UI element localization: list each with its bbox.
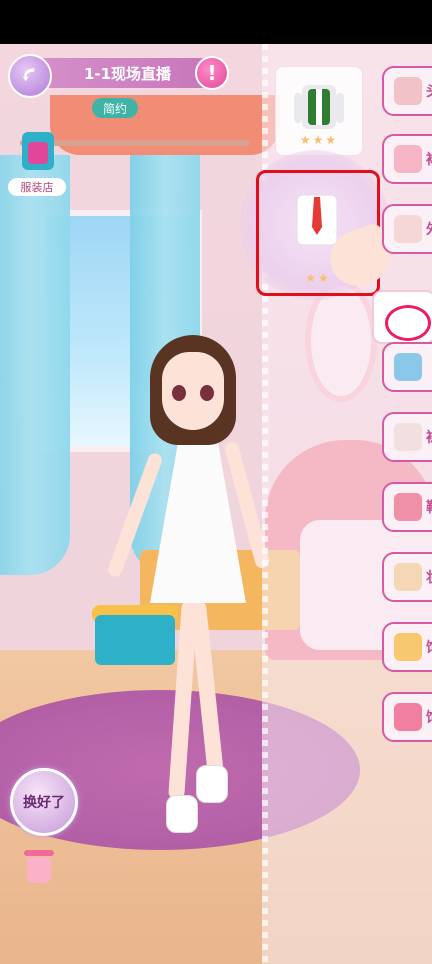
style-tag: 简约 [92,98,138,118]
category-label: 饰 [426,637,432,657]
category-tab-socks[interactable]: 袜 [382,412,432,462]
item-card-green-vest[interactable]: ★★★ [275,66,363,156]
dress-icon [394,145,422,173]
status-bar [0,0,432,44]
game-screen: 1-1现场直播 ! 简约 服装店 ★★★ ★★ 头 [0,0,432,964]
curtain-right [130,155,200,575]
category-tab-hair[interactable]: 头 [382,66,432,116]
item-stars: ★★★ [299,133,339,147]
trash-icon-lid [24,850,54,856]
trash-button[interactable] [24,850,54,884]
done-button[interactable]: 换好了 [10,768,78,836]
curtain-left [0,155,70,575]
category-label: 裙 [426,149,432,169]
heart-accessory-icon [394,703,422,731]
level-title: 1-1现场直播 [40,58,215,88]
curtain-valance [50,95,280,155]
category-tab-dress[interactable]: 裙 [382,134,432,184]
category-label: 鞋 [426,497,432,517]
trash-icon [27,857,51,883]
category-tab-shoes[interactable]: 鞋 [382,482,432,532]
category-tab-hat[interactable]: 饰 [382,622,432,672]
back-arrow-icon [22,68,35,82]
category-label: 袜 [426,427,432,447]
socks-icon [394,423,422,451]
clothing-shop-button[interactable]: 服装店 [8,126,66,198]
compact-icon [394,563,422,591]
hat-icon [394,633,422,661]
category-tab-makeup[interactable]: 妆 [382,552,432,602]
shoes-icon [394,493,422,521]
category-tab-outerwear[interactable]: 外 [382,204,432,254]
back-button[interactable] [8,54,52,98]
category-label: 饰 [426,707,432,727]
ribbon-bow-icon [385,305,431,341]
hair-icon [394,77,422,105]
category-label: 头 [426,81,432,101]
skirt-icon [394,353,422,381]
category-tab-skirt[interactable] [382,342,432,392]
category-label: 妆 [426,567,432,587]
info-button[interactable]: ! [195,56,229,90]
coat-icon [394,215,422,243]
vest-outfit-icon [294,85,344,129]
category-label: 外 [426,219,432,239]
gift-box [95,615,175,665]
hanger-dress-icon [22,132,54,170]
clothing-shop-label: 服装店 [8,178,66,196]
category-tab-accessory[interactable]: 饰 [382,692,432,742]
